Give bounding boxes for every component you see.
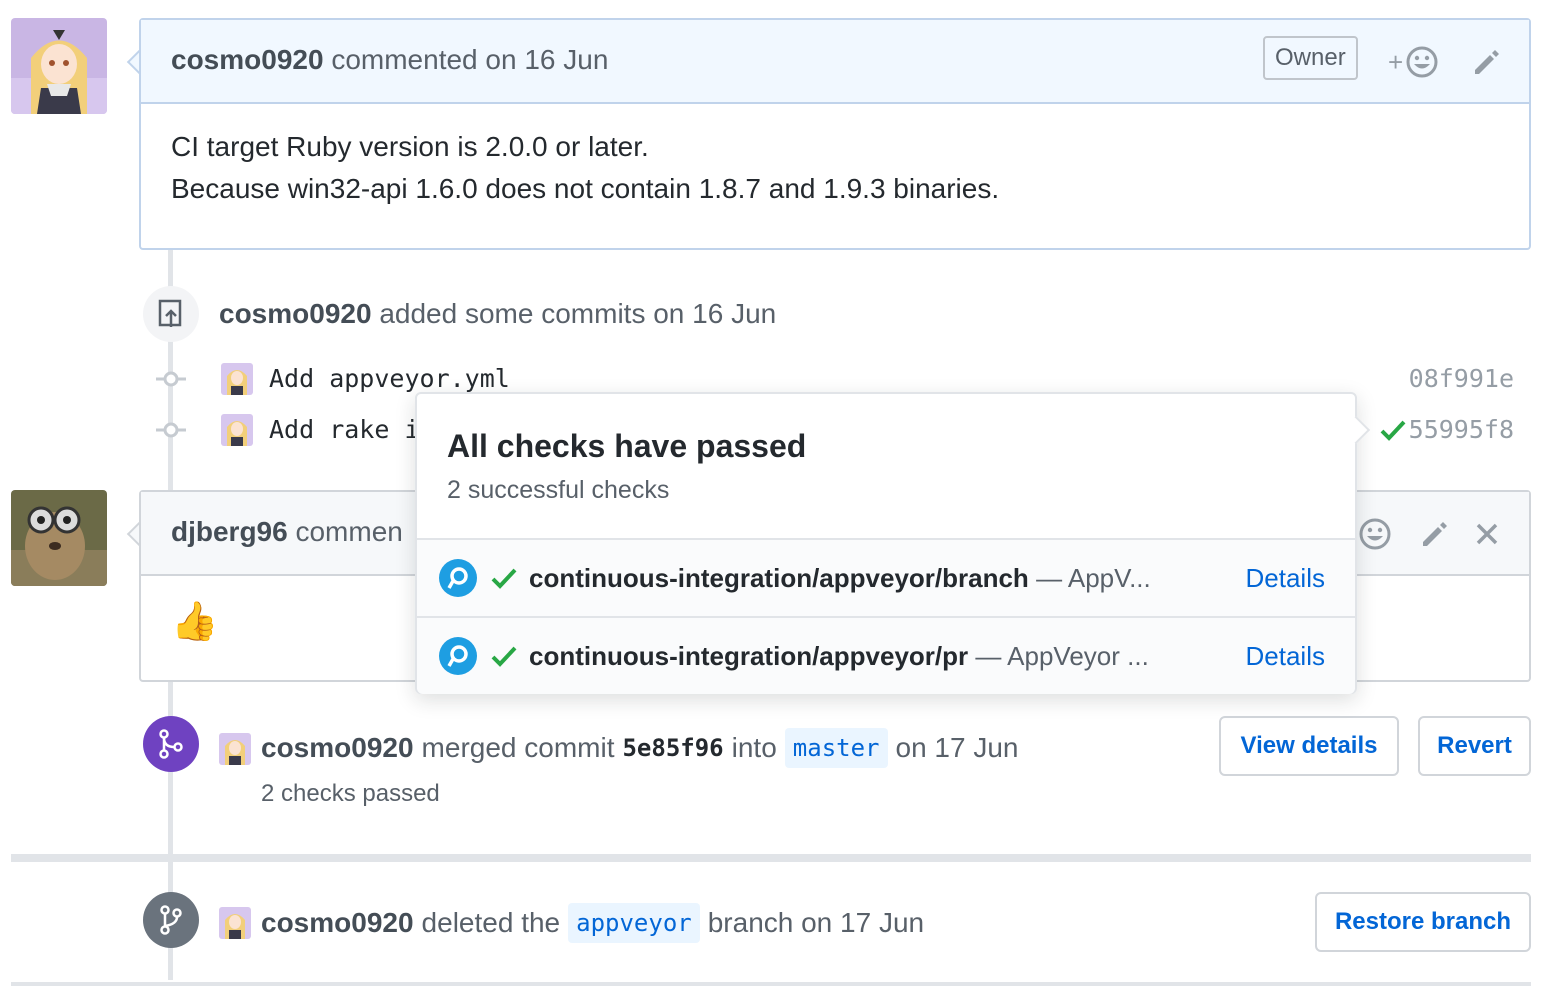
view-details-button[interactable]: View details [1219,716,1399,776]
event-author[interactable]: cosmo0920 [261,732,414,764]
comment-body: CI target Ruby version is 2.0.0 or later… [141,104,1529,232]
comment-meta[interactable]: commen [295,516,402,547]
branch-tag: appveyor [568,903,700,943]
comment-author[interactable]: djberg96 [171,516,288,547]
event-author[interactable]: cosmo0920 [261,907,414,939]
commit-sha[interactable]: 08f991e [1409,364,1514,393]
appveyor-icon [439,559,477,597]
check-details-link[interactable]: Details [1246,641,1325,672]
add-reaction-button[interactable]: + [1388,44,1448,80]
event-author-avatar[interactable] [219,907,251,939]
event-author[interactable]: cosmo0920 [219,298,372,329]
smiley-icon [1406,46,1438,78]
comment-body-line: CI target Ruby version is 2.0.0 or later… [171,131,649,162]
event-description: merged commit [421,732,615,763]
merge-event-text: cosmo0920 merged commit 5e85f96 into mas… [261,728,1019,768]
branch-deleted-badge [143,892,199,948]
event-description: on 17 Jun [895,732,1019,763]
delete-event-text: cosmo0920 deleted the appveyor branch on… [261,903,924,943]
git-commit-icon [156,422,186,438]
check-row: continuous-integration/appveyor/pr — App… [417,616,1355,694]
event-description: deleted the [421,907,561,938]
commit-message[interactable]: Add appveyor.yml [269,364,510,393]
check-name: continuous-integration/appveyor/pr [529,640,969,671]
reaction-plus: + [1388,46,1404,77]
event-description: branch on 17 Jun [707,907,925,938]
avatar[interactable] [11,490,107,586]
check-details-link[interactable]: Details [1246,563,1325,594]
commit-message[interactable]: Add rake i [269,415,420,444]
merged-badge [143,716,199,772]
owner-badge: Owner [1263,36,1358,80]
timeline-separator [11,854,1531,862]
event-author-avatar[interactable] [219,733,251,765]
check-name: continuous-integration/appveyor/branch [529,562,1029,593]
comment-body-line: Because win32-api 1.6.0 does not contain… [171,173,1000,204]
git-branch-icon [160,905,182,935]
checks-popover: All checks have passed 2 successful chec… [415,392,1357,694]
repo-push-badge [143,286,199,342]
check-description: — AppVeyor ... [975,640,1149,671]
commit-author-avatar[interactable] [221,414,253,446]
check-title: continuous-integration/appveyor/branch —… [529,563,1209,594]
check-title: continuous-integration/appveyor/pr — App… [529,641,1209,672]
check-description: — AppV... [1036,562,1151,593]
close-icon[interactable] [1474,521,1500,547]
git-merge-icon [159,729,183,759]
smiley-icon[interactable] [1358,517,1392,551]
repo-push-icon [158,299,182,327]
event-description: into [731,732,777,763]
event-description: added some commits on 16 Jun [379,298,777,329]
revert-button[interactable]: Revert [1418,716,1531,776]
restore-branch-button[interactable]: Restore branch [1315,892,1531,952]
merge-commit-sha[interactable]: 5e85f96 [622,734,723,762]
branch-tag[interactable]: master [784,728,888,768]
popover-title: All checks have passed [447,428,807,464]
timeline-separator [11,982,1531,986]
git-commit-icon [156,371,186,387]
commit-sha[interactable]: 55995f8 [1409,415,1514,444]
check-icon [491,568,517,589]
checks-passed-link[interactable]: 2 checks passed [261,780,440,808]
check-icon[interactable] [1380,419,1406,441]
check-icon [491,646,517,667]
comment-meta[interactable]: commented on 16 Jun [331,44,608,75]
pencil-icon[interactable] [1417,518,1449,550]
check-row: continuous-integration/appveyor/branch —… [417,538,1355,616]
pencil-icon[interactable] [1469,46,1501,78]
popover-subtitle: 2 successful checks [447,476,670,504]
commit-author-avatar[interactable] [221,363,253,395]
comment-author[interactable]: cosmo0920 [171,44,324,75]
avatar[interactable] [11,18,107,114]
appveyor-icon [439,637,477,675]
commits-event-text: cosmo0920 added some commits on 16 Jun [219,298,776,330]
